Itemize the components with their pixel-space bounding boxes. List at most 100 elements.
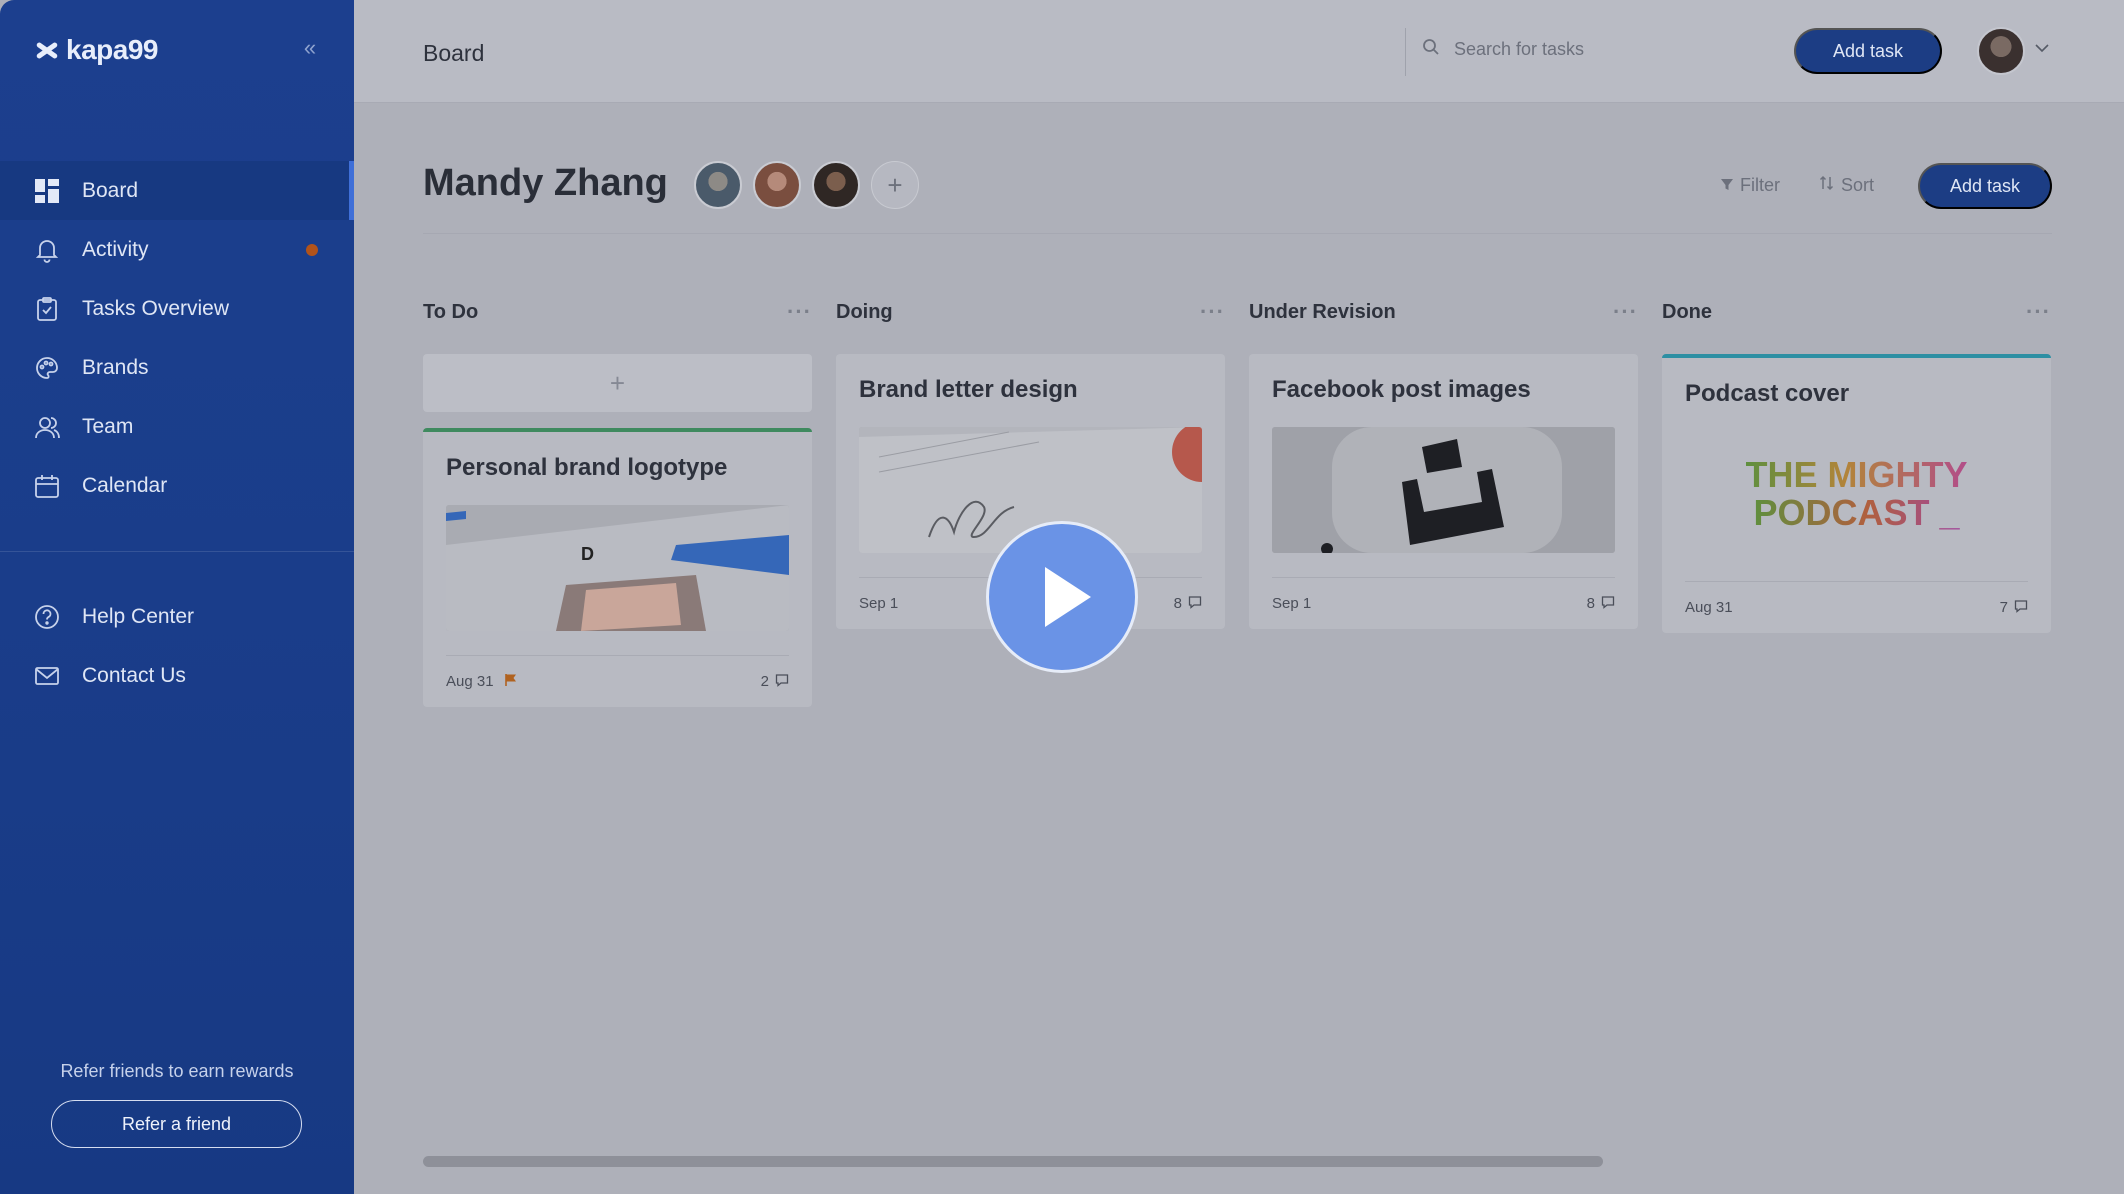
column-header: Done ··· <box>1662 296 2051 328</box>
column-title: Done <box>1662 300 1712 323</box>
add-member-button[interactable]: + <box>871 161 919 209</box>
card-date: Sep 1 <box>859 595 899 612</box>
comment-count-value: 8 <box>1586 595 1595 612</box>
more-options-icon[interactable]: ··· <box>1200 299 1225 325</box>
logo-icon <box>34 37 60 63</box>
search-input[interactable]: Search for tasks <box>1422 38 1584 61</box>
card-image: D <box>446 505 789 631</box>
column-title: Doing <box>836 300 893 323</box>
play-button[interactable] <box>986 521 1138 673</box>
add-task-button-top[interactable]: Add task <box>1794 28 1942 74</box>
column-to-do: To Do ··· + Personal brand logotype D Au… <box>423 296 812 707</box>
sidebar-item-label: Team <box>82 414 134 438</box>
sidebar-item-label: Board <box>82 178 139 202</box>
notification-dot <box>306 244 318 256</box>
comment-count-value: 2 <box>760 673 769 690</box>
comment-icon <box>1601 595 1615 613</box>
card-title: Personal brand logotype <box>446 454 728 481</box>
sort-button[interactable]: Sort <box>1819 175 1874 196</box>
board-icon <box>34 178 60 204</box>
column-header: To Do ··· <box>423 296 812 328</box>
card-date: Aug 31 <box>1685 599 1733 616</box>
mail-icon <box>34 663 60 689</box>
filter-icon <box>1720 175 1734 196</box>
sort-label: Sort <box>1841 175 1875 195</box>
filter-button[interactable]: Filter <box>1720 175 1780 196</box>
page-breadcrumb: Board <box>423 40 485 66</box>
play-icon <box>1045 567 1091 627</box>
task-card[interactable]: Personal brand logotype D Aug 31 2 <box>423 428 812 707</box>
top-bar: Board Search for tasks Add task <box>354 0 2124 103</box>
calendar-icon <box>34 473 60 499</box>
sidebar-item-label: Brands <box>82 355 149 379</box>
team-icon <box>34 414 60 440</box>
sidebar-item-label: Help Center <box>82 604 195 628</box>
comment-count[interactable]: 8 <box>1174 595 1202 613</box>
bell-icon <box>34 237 60 263</box>
comment-count[interactable]: 8 <box>1587 595 1615 613</box>
sidebar-item-brands[interactable]: Brands <box>0 338 354 397</box>
member-avatars: + <box>694 161 919 209</box>
column-header: Doing ··· <box>836 296 1225 328</box>
podcast-cover-image: THE MIGHTY PODCAST _ <box>1685 431 2028 557</box>
user-avatar[interactable] <box>1977 27 2025 75</box>
sidebar-item-label: Calendar <box>82 473 168 497</box>
logo-text: kapa99 <box>66 34 158 65</box>
sidebar-nav: Board Activity Tasks Overview Brands Tea… <box>0 161 354 515</box>
task-card[interactable]: Podcast cover THE MIGHTY PODCAST _ Aug 3… <box>1662 354 2051 633</box>
card-footer: Aug 31 2 <box>446 655 789 707</box>
comment-icon <box>2014 599 2028 617</box>
header-divider <box>423 233 2052 234</box>
chevron-down-icon[interactable] <box>2034 40 2054 60</box>
add-task-button[interactable]: Add task <box>1918 163 2052 209</box>
comment-count[interactable]: 2 <box>761 673 789 691</box>
collapse-sidebar-icon[interactable]: « <box>298 36 322 60</box>
sidebar-divider <box>0 551 354 552</box>
sort-icon <box>1819 175 1835 196</box>
horizontal-scrollbar[interactable] <box>423 1156 1603 1167</box>
comment-count-value: 8 <box>1173 595 1182 612</box>
column-under-revision: Under Revision ··· Facebook post images … <box>1249 296 1638 629</box>
palette-icon <box>34 355 60 381</box>
app-logo[interactable]: kapa99 <box>34 32 158 68</box>
comment-icon <box>1188 595 1202 613</box>
column-title: To Do <box>423 300 479 323</box>
svg-text:D: D <box>581 544 594 564</box>
sidebar-item-calendar[interactable]: Calendar <box>0 456 354 515</box>
sidebar-item-board[interactable]: Board <box>0 161 354 220</box>
search-divider <box>1405 28 1406 76</box>
sidebar-item-contact-us[interactable]: Contact Us <box>0 646 354 705</box>
sidebar: kapa99 « Board Activity Tasks Overview B… <box>0 0 354 1194</box>
card-footer: Aug 31 7 <box>1685 581 2028 633</box>
column-title: Under Revision <box>1249 300 1396 323</box>
task-card[interactable]: Facebook post images Sep 1 8 <box>1249 354 1638 629</box>
card-title: Podcast cover <box>1685 380 1850 407</box>
sidebar-item-label: Tasks Overview <box>82 296 230 320</box>
card-footer: Sep 1 8 <box>1272 577 1615 629</box>
more-options-icon[interactable]: ··· <box>2026 299 2051 325</box>
more-options-icon[interactable]: ··· <box>787 299 812 325</box>
sidebar-item-activity[interactable]: Activity <box>0 220 354 279</box>
column-header: Under Revision ··· <box>1249 296 1638 328</box>
sidebar-item-help-center[interactable]: Help Center <box>0 587 354 646</box>
comment-icon <box>775 673 789 691</box>
more-options-icon[interactable]: ··· <box>1613 299 1638 325</box>
add-card-button[interactable]: + <box>423 354 812 412</box>
clipboard-icon <box>34 296 60 322</box>
sidebar-item-team[interactable]: Team <box>0 397 354 456</box>
refer-friend-button[interactable]: Refer a friend <box>51 1100 302 1148</box>
avatar[interactable] <box>753 161 801 209</box>
avatar[interactable] <box>812 161 860 209</box>
sidebar-item-tasks-overview[interactable]: Tasks Overview <box>0 279 354 338</box>
card-date: Aug 31 <box>446 673 494 690</box>
flag-icon <box>504 673 518 691</box>
avatar[interactable] <box>694 161 742 209</box>
card-image <box>1272 427 1615 553</box>
column-done: Done ··· Podcast cover THE MIGHTY PODCAS… <box>1662 296 2051 633</box>
comment-count[interactable]: 7 <box>2000 599 2028 617</box>
board-owner-title: Mandy Zhang <box>423 162 668 204</box>
card-date: Sep 1 <box>1272 595 1312 612</box>
card-title: Facebook post images <box>1272 376 1531 403</box>
search-placeholder: Search for tasks <box>1454 39 1585 59</box>
sidebar-item-label: Activity <box>82 237 149 261</box>
